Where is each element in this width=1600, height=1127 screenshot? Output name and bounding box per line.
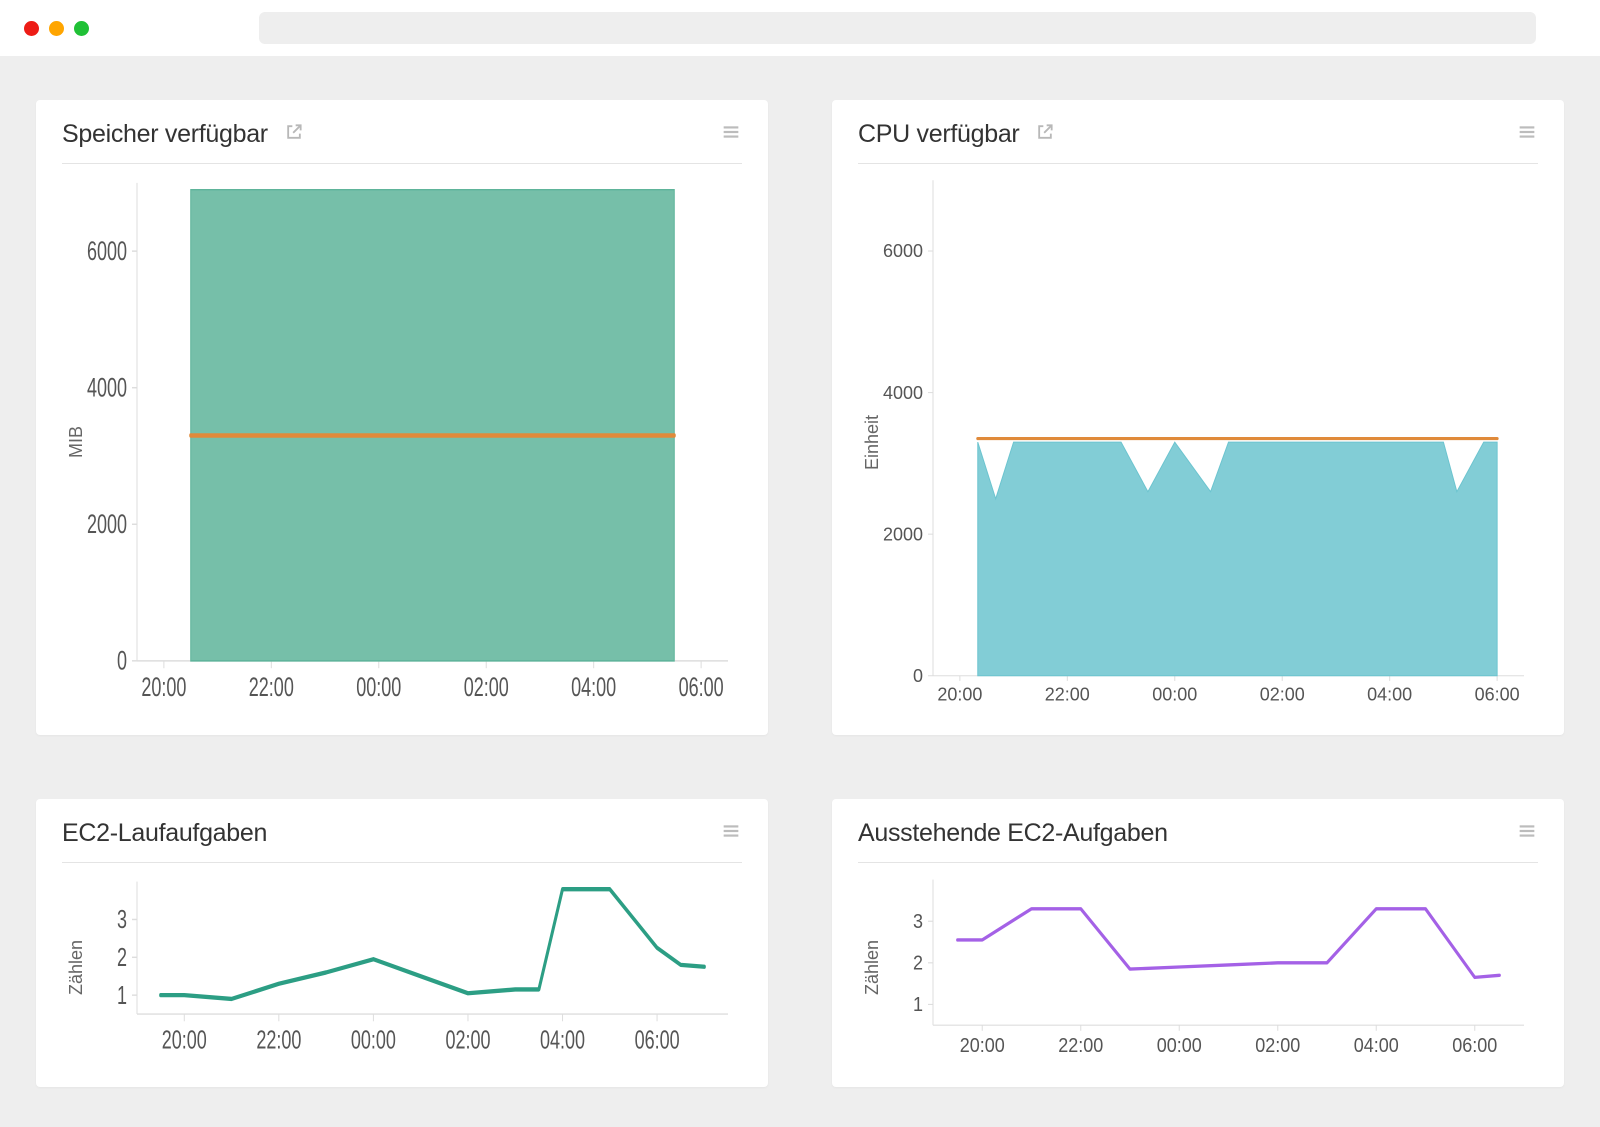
hamburger-menu-icon[interactable] xyxy=(720,820,742,847)
panel-title: CPU verfügbar xyxy=(858,120,1019,149)
svg-text:6000: 6000 xyxy=(883,240,923,261)
svg-text:22:00: 22:00 xyxy=(1045,683,1090,704)
panel-header: CPU verfügbar xyxy=(858,120,1538,164)
svg-text:02:00: 02:00 xyxy=(1260,683,1305,704)
svg-text:3: 3 xyxy=(117,905,127,934)
external-link-icon[interactable] xyxy=(1035,122,1055,147)
panel-memory-available: Speicher verfügbar MIB 0 2000 4000 6000 20:0… xyxy=(36,100,768,735)
svg-text:04:00: 04:00 xyxy=(571,672,616,702)
hamburger-menu-icon[interactable] xyxy=(720,121,742,148)
svg-text:1: 1 xyxy=(913,994,923,1016)
panel-title: EC2-Laufaufgaben xyxy=(62,819,267,848)
chart-area: Zählen 1 2 3 20:00 22:00 00:00 02:00 04:00 06:00 xyxy=(62,873,742,1063)
minimize-window-button[interactable] xyxy=(49,21,64,36)
chart-ec2-running: 1 2 3 20:00 22:00 00:00 02:00 04:00 06:00 xyxy=(87,873,742,1063)
svg-text:06:00: 06:00 xyxy=(679,672,724,702)
chart-area: Einheit 0 2000 4000 6000 20:00 22:00 00:00 02:0… xyxy=(858,174,1538,711)
svg-text:20:00: 20:00 xyxy=(937,683,982,704)
svg-text:4000: 4000 xyxy=(883,382,923,403)
panel-header: Speicher verfügbar xyxy=(62,120,742,164)
y-axis-label: MIB xyxy=(62,426,87,458)
svg-text:20:00: 20:00 xyxy=(960,1035,1005,1057)
browser-bar xyxy=(0,0,1600,56)
svg-text:22:00: 22:00 xyxy=(256,1025,301,1054)
y-axis-label: Zählen xyxy=(62,940,87,995)
panel-ec2-pending: Ausstehende EC2-Aufgaben Zählen 1 2 3 20:00… xyxy=(832,799,1564,1087)
svg-text:06:00: 06:00 xyxy=(1452,1035,1497,1057)
y-axis-label: Einheit xyxy=(858,415,883,470)
svg-text:2000: 2000 xyxy=(87,509,127,539)
panel-title: Ausstehende EC2-Aufgaben xyxy=(858,819,1168,848)
svg-text:00:00: 00:00 xyxy=(351,1025,396,1054)
svg-text:04:00: 04:00 xyxy=(540,1025,585,1054)
svg-text:20:00: 20:00 xyxy=(162,1025,207,1054)
svg-text:04:00: 04:00 xyxy=(1354,1035,1399,1057)
hamburger-menu-icon[interactable] xyxy=(1516,121,1538,148)
svg-text:4000: 4000 xyxy=(87,372,127,402)
url-bar[interactable] xyxy=(259,12,1536,44)
panel-cpu-available: CPU verfügbar Einheit 0 2000 4000 6000 20:00… xyxy=(832,100,1564,735)
hamburger-menu-icon[interactable] xyxy=(1516,820,1538,847)
panel-header: EC2-Laufaufgaben xyxy=(62,819,742,863)
svg-text:6000: 6000 xyxy=(87,235,127,265)
svg-text:2: 2 xyxy=(117,943,127,972)
panel-ec2-running: EC2-Laufaufgaben Zählen 1 2 3 20:00 22:00 00:… xyxy=(36,799,768,1087)
svg-text:06:00: 06:00 xyxy=(1475,683,1520,704)
svg-text:2000: 2000 xyxy=(883,523,923,544)
svg-text:00:00: 00:00 xyxy=(356,672,401,702)
svg-text:02:00: 02:00 xyxy=(464,672,509,702)
svg-text:0: 0 xyxy=(117,645,127,675)
svg-text:00:00: 00:00 xyxy=(1152,683,1197,704)
maximize-window-button[interactable] xyxy=(74,21,89,36)
window-controls xyxy=(24,21,89,36)
svg-text:06:00: 06:00 xyxy=(635,1025,680,1054)
chart-area: MIB 0 2000 4000 6000 20:00 22:00 00:00 02:00 04:… xyxy=(62,174,742,711)
svg-text:0: 0 xyxy=(913,665,923,686)
svg-text:1: 1 xyxy=(117,981,127,1010)
svg-text:3: 3 xyxy=(913,911,923,933)
svg-text:2: 2 xyxy=(913,953,923,975)
svg-text:04:00: 04:00 xyxy=(1367,683,1412,704)
svg-text:00:00: 00:00 xyxy=(1157,1035,1202,1057)
chart-area: Zählen 1 2 3 20:00 22:00 00:00 02:00 04:00 06:00 xyxy=(858,873,1538,1063)
svg-text:02:00: 02:00 xyxy=(445,1025,490,1054)
close-window-button[interactable] xyxy=(24,21,39,36)
chart-cpu: 0 2000 4000 6000 20:00 22:00 00:00 02:00 04:00 06… xyxy=(883,174,1538,711)
svg-text:22:00: 22:00 xyxy=(1058,1035,1103,1057)
svg-text:20:00: 20:00 xyxy=(141,672,186,702)
svg-text:02:00: 02:00 xyxy=(1255,1035,1300,1057)
panel-grid: Speicher verfügbar MIB 0 2000 4000 6000 20:0… xyxy=(36,100,1564,1087)
y-axis-label: Zählen xyxy=(858,940,883,995)
chart-ec2-pending: 1 2 3 20:00 22:00 00:00 02:00 04:00 06:00 xyxy=(883,873,1538,1063)
panel-header: Ausstehende EC2-Aufgaben xyxy=(858,819,1538,863)
panel-title: Speicher verfügbar xyxy=(62,120,268,149)
svg-text:22:00: 22:00 xyxy=(249,672,294,702)
dashboard: Speicher verfügbar MIB 0 2000 4000 6000 20:0… xyxy=(0,56,1600,1127)
external-link-icon[interactable] xyxy=(284,122,304,147)
chart-memory: 0 2000 4000 6000 20:00 22:00 00:00 02:00 04:00 06… xyxy=(87,174,742,711)
